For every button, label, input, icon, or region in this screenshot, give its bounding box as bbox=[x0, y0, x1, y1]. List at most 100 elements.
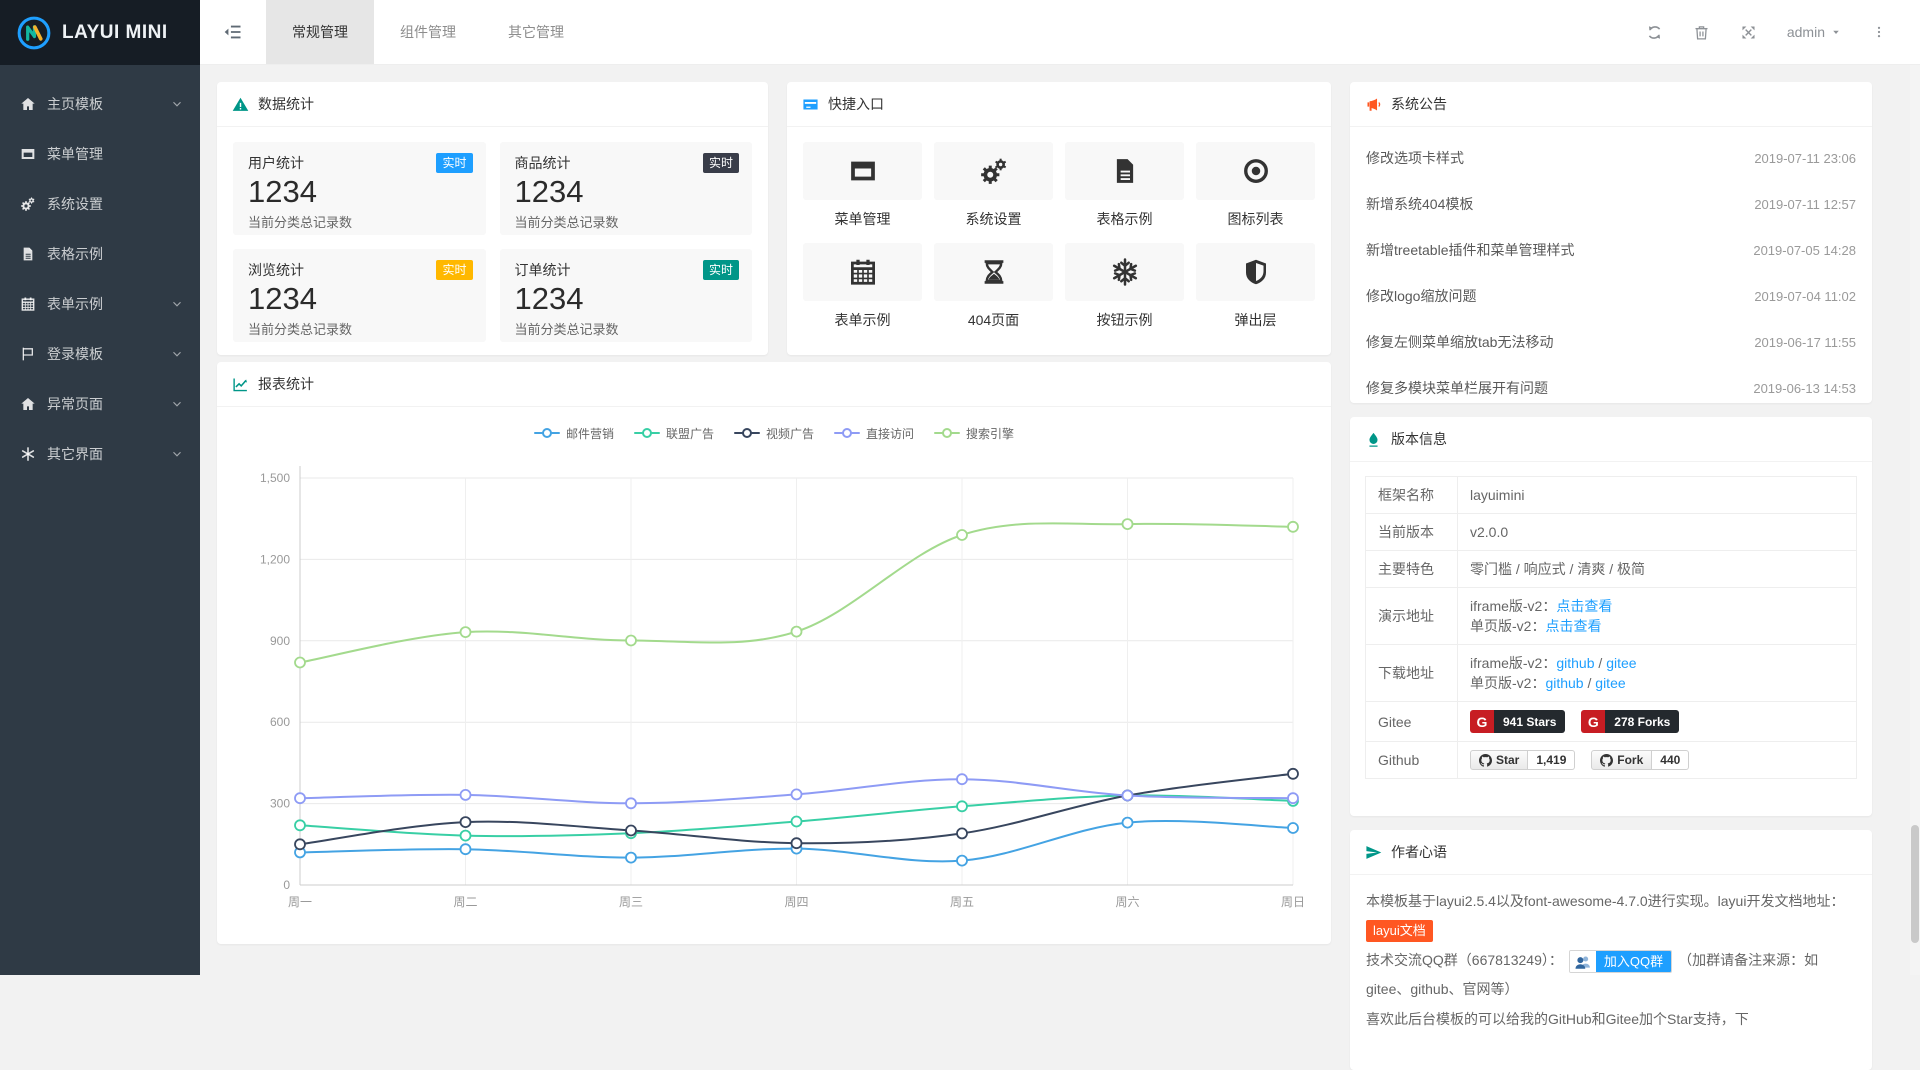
quick-entry-7[interactable]: 弹出层 bbox=[1196, 243, 1315, 330]
menu-fold-button[interactable] bbox=[200, 0, 266, 64]
chevron-down-icon bbox=[170, 297, 184, 311]
more-button[interactable] bbox=[1872, 25, 1886, 39]
sidebar-item-label: 系统设置 bbox=[47, 194, 103, 214]
quick-entry-5[interactable]: 404页面 bbox=[934, 243, 1053, 330]
refresh-button[interactable] bbox=[1646, 24, 1663, 41]
legend-item-2[interactable]: 视频广告 bbox=[734, 425, 814, 442]
stat-value: 1234 bbox=[248, 174, 471, 210]
version-link[interactable]: gitee bbox=[1595, 675, 1625, 691]
logo[interactable]: LAYUI MINI bbox=[0, 0, 200, 65]
card-quick-entry-header: 快捷入口 bbox=[787, 82, 1331, 127]
notice-time: 2019-07-11 12:57 bbox=[1754, 197, 1856, 212]
chevron-down-icon bbox=[170, 447, 184, 461]
sidebar-item-4[interactable]: 表单示例 bbox=[0, 279, 200, 329]
notice-row-4: 修复左侧菜单缩放tab无法移动 2019-06-17 11:55 bbox=[1350, 319, 1872, 365]
quick-entry-1[interactable]: 系统设置 bbox=[934, 142, 1053, 229]
author-paragraph: 喜欢此后台模板的可以给我的GitHub和Gitee加个Star支持，下 bbox=[1366, 1005, 1856, 1034]
author-paragraph: layui文档 bbox=[1366, 916, 1856, 945]
version-link[interactable]: gitee bbox=[1606, 655, 1636, 671]
github-count[interactable]: 440 bbox=[1652, 750, 1689, 770]
user-dropdown[interactable]: admin bbox=[1787, 24, 1842, 40]
snow-icon bbox=[1110, 257, 1140, 287]
line-chart-canvas: 03006009001,2001,500周一周二周三周四周五周六周日 bbox=[217, 447, 1331, 917]
legend-item-3[interactable]: 直接访问 bbox=[834, 425, 914, 442]
version-row-value: Star 1,419 Fork 440 bbox=[1458, 742, 1857, 779]
svg-text:300: 300 bbox=[270, 797, 290, 811]
quick-entry-6[interactable]: 按钮示例 bbox=[1065, 243, 1184, 330]
quick-entry-icon-box bbox=[1196, 142, 1315, 200]
file-icon bbox=[1110, 156, 1140, 186]
sidebar-item-2[interactable]: 系统设置 bbox=[0, 179, 200, 229]
legend-marker bbox=[634, 428, 660, 438]
chart-legend: 邮件营销 联盟广告 视频广告 直接访问 搜索引擎 bbox=[217, 421, 1331, 445]
version-link[interactable]: github bbox=[1545, 675, 1583, 691]
quick-entry-label: 菜单管理 bbox=[803, 209, 922, 229]
stats-grid: 用户统计 实时 1234 当前分类总记录数 商品统计 实时 1234 当前分类总… bbox=[217, 127, 768, 355]
sidebar-item-3[interactable]: 表格示例 bbox=[0, 229, 200, 279]
version-row-value: iframe版-v2：github / gitee单页版-v2：github /… bbox=[1458, 645, 1857, 702]
version-link[interactable]: 点击查看 bbox=[1556, 598, 1612, 614]
qq-people-icon bbox=[1570, 951, 1596, 972]
quick-entry-0[interactable]: 菜单管理 bbox=[803, 142, 922, 229]
notice-time: 2019-07-11 23:06 bbox=[1754, 151, 1856, 166]
version-line: iframe版-v2：点击查看 bbox=[1470, 596, 1844, 616]
github-button[interactable]: Fork bbox=[1591, 750, 1652, 770]
quick-entry-4[interactable]: 表单示例 bbox=[803, 243, 922, 330]
github-star-widget[interactable]: Star 1,419 bbox=[1470, 750, 1575, 770]
page-scrollbar-thumb[interactable] bbox=[1911, 825, 1919, 943]
quick-entry-icon-box bbox=[1196, 243, 1315, 301]
sidebar-item-0[interactable]: 主页模板 bbox=[0, 79, 200, 129]
tab-2[interactable]: 其它管理 bbox=[482, 0, 590, 64]
legend-item-1[interactable]: 联盟广告 bbox=[634, 425, 714, 442]
sidebar-item-1[interactable]: 菜单管理 bbox=[0, 129, 200, 179]
version-line: 单页版-v2：点击查看 bbox=[1470, 616, 1844, 636]
notice-row-1: 新增系统404模板 2019-07-11 12:57 bbox=[1350, 181, 1872, 227]
legend-item-0[interactable]: 邮件营销 bbox=[534, 425, 614, 442]
gitee-badge-label: 941 Stars bbox=[1494, 710, 1565, 733]
fullscreen-button[interactable] bbox=[1740, 24, 1757, 41]
svg-text:周二: 周二 bbox=[453, 895, 477, 909]
notice-time: 2019-07-04 11:02 bbox=[1754, 289, 1856, 304]
version-table: 框架名称 layuimini 当前版本 v2.0.0 主要特色 零门槛 / 响应… bbox=[1365, 476, 1857, 779]
tab-0[interactable]: 常规管理 bbox=[266, 0, 374, 64]
gitee-badge[interactable]: G 278 Forks bbox=[1581, 710, 1679, 733]
github-button-label: Fork bbox=[1617, 753, 1643, 767]
author-text-part: 本模板基于layui2.5.4以及font-awesome-4.7.0进行实现。… bbox=[1366, 893, 1844, 909]
notice-time: 2019-07-05 14:28 bbox=[1753, 243, 1856, 258]
sidebar-item-label: 异常页面 bbox=[47, 394, 103, 414]
notice-text: 新增系统404模板 bbox=[1366, 194, 1473, 214]
svg-text:0: 0 bbox=[283, 878, 290, 892]
version-row-value: layuimini bbox=[1458, 477, 1857, 514]
tab-label: 常规管理 bbox=[292, 22, 348, 42]
notice-text: 修改选项卡样式 bbox=[1366, 148, 1464, 168]
gitee-badge[interactable]: G 941 Stars bbox=[1470, 710, 1565, 733]
gears-icon bbox=[20, 196, 36, 212]
sidebar-item-6[interactable]: 异常页面 bbox=[0, 379, 200, 429]
version-link[interactable]: 点击查看 bbox=[1545, 618, 1601, 634]
svg-text:周日: 周日 bbox=[1281, 895, 1305, 909]
page-scrollbar-track[interactable] bbox=[1910, 0, 1920, 975]
github-button[interactable]: Star bbox=[1470, 750, 1528, 770]
stat-caption: 当前分类总记录数 bbox=[248, 319, 471, 338]
version-value: layuimini bbox=[1470, 487, 1524, 503]
layui-doc-badge[interactable]: layui文档 bbox=[1366, 920, 1433, 942]
join-qq-group-badge[interactable]: 加入QQ群 bbox=[1569, 950, 1672, 973]
clear-cache-button[interactable] bbox=[1693, 24, 1710, 41]
quick-entry-3[interactable]: 图标列表 bbox=[1196, 142, 1315, 229]
sidebar-item-5[interactable]: 登录模板 bbox=[0, 329, 200, 379]
quick-entry-2[interactable]: 表格示例 bbox=[1065, 142, 1184, 229]
version-row-value: iframe版-v2：点击查看单页版-v2：点击查看 bbox=[1458, 588, 1857, 645]
github-fork-widget[interactable]: Fork 440 bbox=[1591, 750, 1689, 770]
sidebar-menu: 主页模板 菜单管理 系统设置 表格示例 表单示例 登录模板 异常页面 其它界面 bbox=[0, 65, 200, 479]
stat-box-0: 用户统计 实时 1234 当前分类总记录数 bbox=[233, 142, 486, 235]
legend-label: 视频广告 bbox=[766, 425, 814, 442]
tab-1[interactable]: 组件管理 bbox=[374, 0, 482, 64]
legend-item-4[interactable]: 搜索引擎 bbox=[934, 425, 1014, 442]
github-count[interactable]: 1,419 bbox=[1528, 750, 1575, 770]
card-data-stats-header: 数据统计 bbox=[217, 82, 768, 127]
notice-row-3: 修改logo缩放问题 2019-07-04 11:02 bbox=[1350, 273, 1872, 319]
ellipsis-icon bbox=[1872, 25, 1886, 39]
version-row-6: Github Star 1,419 Fork 440 bbox=[1366, 742, 1857, 779]
version-link[interactable]: github bbox=[1556, 655, 1594, 671]
sidebar-item-7[interactable]: 其它界面 bbox=[0, 429, 200, 479]
